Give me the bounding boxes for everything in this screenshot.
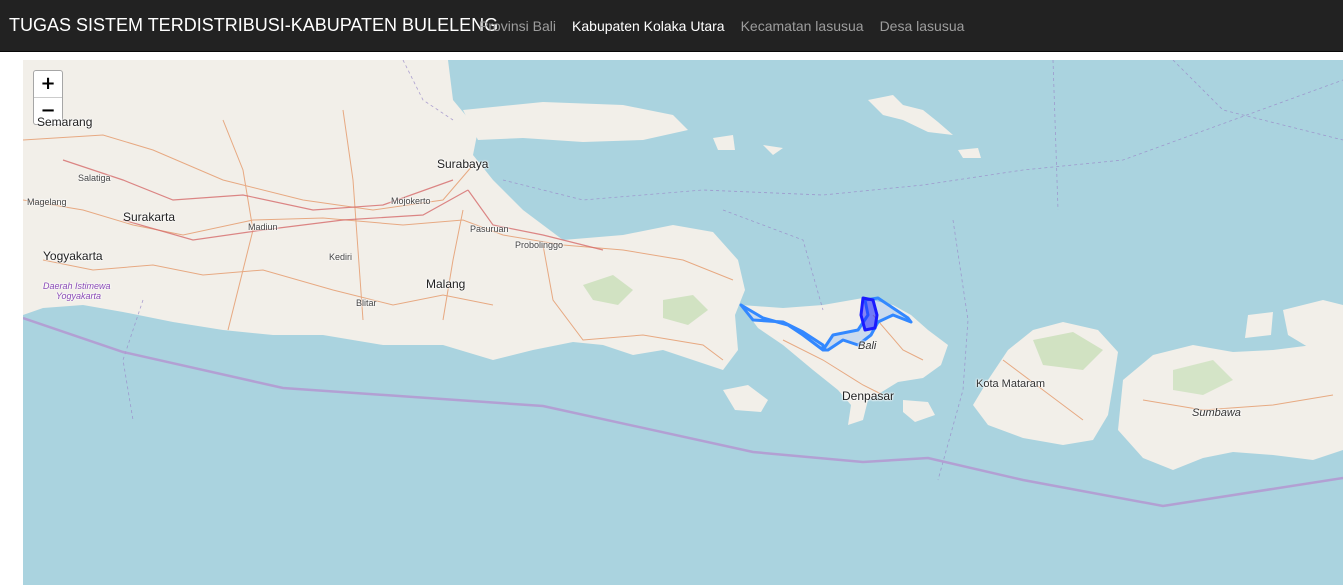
- label-blitar: Blitar: [356, 298, 377, 308]
- label-madiun: Madiun: [248, 222, 278, 232]
- nav-kabupaten[interactable]: Kabupaten Kolaka Utara: [564, 18, 733, 34]
- map-container[interactable]: + − Semarang Salatiga Magelang Surakarta…: [23, 60, 1343, 585]
- nav-links: Provinsi Bali Kabupaten Kolaka Utara Kec…: [471, 0, 972, 52]
- label-magelang: Magelang: [27, 197, 67, 207]
- label-yogyakarta: Yogyakarta: [43, 249, 103, 263]
- label-bali: Bali: [858, 340, 877, 352]
- brand-title[interactable]: TUGAS SISTEM TERDISTRIBUSI-KABUPATEN BUL…: [9, 15, 498, 36]
- label-salatiga: Salatiga: [78, 173, 111, 183]
- zoom-in-button[interactable]: +: [34, 71, 62, 98]
- label-mojokerto: Mojokerto: [391, 196, 431, 206]
- navbar: TUGAS SISTEM TERDISTRIBUSI-KABUPATEN BUL…: [0, 0, 1343, 52]
- label-semarang: Semarang: [37, 115, 93, 129]
- label-kota-mataram: Kota Mataram: [976, 378, 1046, 390]
- label-kediri: Kediri: [329, 252, 353, 262]
- label-probolinggo: Probolinggo: [515, 240, 564, 250]
- label-diy-2: Yogyakarta: [56, 291, 102, 301]
- label-surabaya: Surabaya: [437, 157, 489, 171]
- label-sumbawa: Sumbawa: [1192, 407, 1241, 419]
- label-malang: Malang: [426, 277, 466, 291]
- label-diy: Daerah Istimewa: [43, 281, 111, 291]
- nav-desa[interactable]: Desa lasusua: [872, 18, 973, 34]
- label-surakarta: Surakarta: [123, 210, 176, 224]
- label-denpasar: Denpasar: [842, 389, 895, 403]
- nav-kecamatan[interactable]: Kecamatan lasusua: [733, 18, 872, 34]
- map-tiles: [23, 60, 1343, 585]
- nav-provinsi-bali[interactable]: Provinsi Bali: [471, 18, 564, 34]
- label-pasuruan: Pasuruan: [470, 224, 509, 234]
